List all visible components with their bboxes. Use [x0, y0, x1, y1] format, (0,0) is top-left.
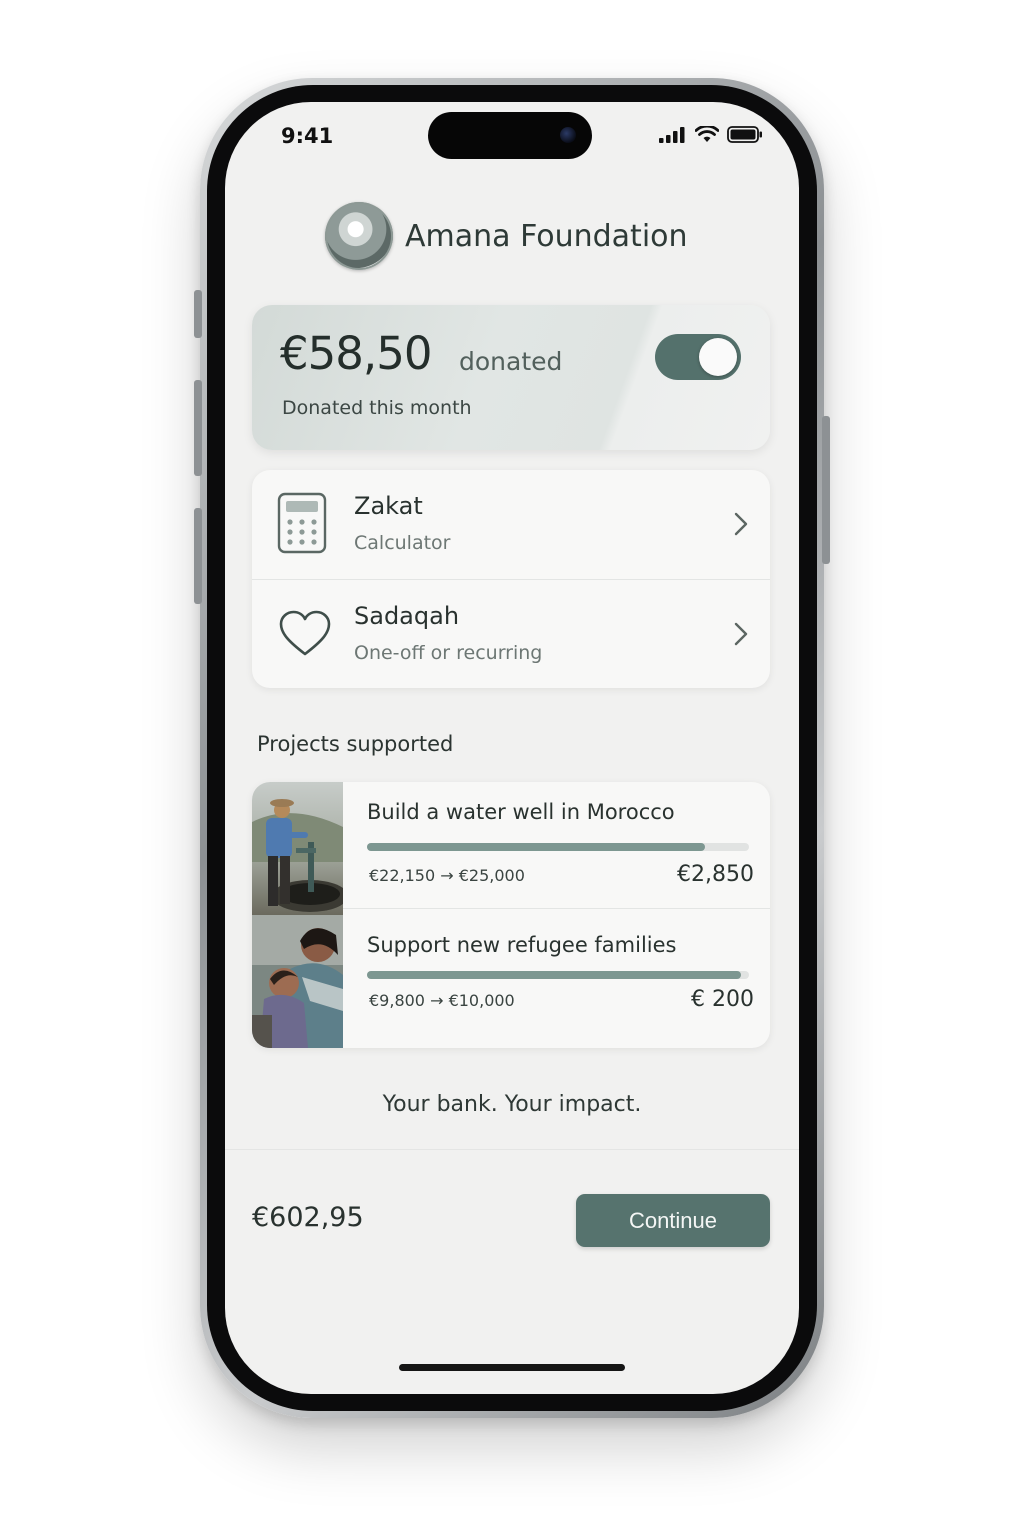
project-item-refugee-families[interactable]: Support new refugee families €9,800 → €1…: [252, 915, 770, 1048]
divider: [343, 908, 770, 909]
wifi-icon: [695, 126, 719, 142]
camera-icon: [560, 127, 576, 143]
donated-amount: €58,50: [280, 327, 432, 380]
progress-fill: [367, 971, 742, 979]
project-item-water-well[interactable]: Build a water well in Morocco €22,150 → …: [252, 782, 770, 915]
volume-up-button: [194, 380, 202, 476]
org-name: Amana Foundation: [405, 218, 688, 254]
foundation-logo-icon: [325, 202, 393, 270]
signal-icon: [659, 126, 685, 143]
project-progress-bar: [367, 843, 749, 851]
org-header: Amana Foundation: [325, 202, 688, 270]
account-balance: €602,95: [252, 1202, 364, 1233]
home-indicator[interactable]: [399, 1364, 625, 1371]
dynamic-island: [428, 112, 592, 159]
round-up-toggle[interactable]: [655, 334, 741, 380]
project-title: Support new refugee families: [367, 933, 677, 957]
toggle-knob: [699, 338, 737, 376]
projects-section-title: Projects supported: [257, 732, 454, 756]
progress-fill: [367, 843, 706, 851]
menu-item-title: Sadaqah: [354, 602, 460, 630]
refugee-family-photo: [252, 915, 343, 1048]
donated-subtitle: Donated this month: [282, 397, 472, 419]
power-button: [822, 416, 830, 564]
donated-label: donated: [459, 347, 563, 376]
menu-item-sadaqah[interactable]: Sadaqah One-off or recurring: [252, 579, 770, 688]
tagline: Your bank. Your impact.: [382, 1092, 642, 1117]
projects-list: Build a water well in Morocco €22,150 → …: [252, 782, 770, 1048]
water-well-photo: [252, 782, 343, 915]
volume-down-button: [194, 508, 202, 604]
project-range: €9,800 → €10,000: [369, 991, 515, 1010]
project-range: €22,150 → €25,000: [369, 866, 525, 885]
menu-item-zakat[interactable]: Zakat Calculator: [252, 470, 770, 578]
heart-icon: [279, 610, 331, 656]
menu-item-subtitle: Calculator: [354, 532, 451, 554]
divider: [225, 1149, 799, 1150]
app-screen: 9:41 Amana Foundation €58,50 donated Don…: [225, 102, 799, 1394]
continue-button[interactable]: Continue: [576, 1194, 770, 1247]
project-title: Build a water well in Morocco: [367, 800, 675, 824]
project-body: Build a water well in Morocco €22,150 → …: [343, 782, 770, 915]
chevron-right-icon: [734, 622, 748, 646]
status-icons: [659, 126, 763, 143]
menu-item-subtitle: One-off or recurring: [354, 642, 543, 664]
project-contribution: € 200: [691, 987, 754, 1012]
project-progress-bar: [367, 971, 749, 979]
donation-summary-card: €58,50 donated Donated this month: [252, 305, 770, 450]
calculator-icon: [277, 492, 327, 554]
project-body: Support new refugee families €9,800 → €1…: [343, 915, 770, 1048]
giving-menu: Zakat Calculator Sadaqah One-off or recu…: [252, 470, 770, 688]
menu-item-title: Zakat: [354, 492, 423, 520]
project-contribution: €2,850: [677, 862, 754, 887]
action-button: [194, 290, 202, 338]
status-time: 9:41: [281, 124, 334, 148]
chevron-right-icon: [734, 512, 748, 536]
battery-icon: [727, 126, 762, 143]
